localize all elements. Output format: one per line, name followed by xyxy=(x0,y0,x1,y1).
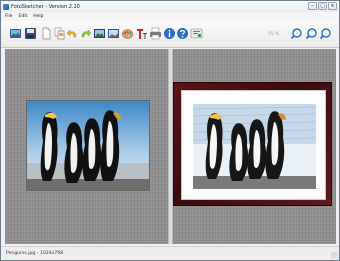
menu-edit[interactable]: Edit xyxy=(19,14,28,19)
sketch-preview-pane[interactable] xyxy=(173,49,336,244)
window-controls: – □ ✕ xyxy=(308,2,337,10)
menu-file[interactable]: File xyxy=(5,14,13,19)
open-image-icon[interactable] xyxy=(9,27,22,40)
zoom-level: 55 % xyxy=(268,32,280,37)
add-text-icon[interactable] xyxy=(135,27,148,40)
title-bar[interactable]: FotoSketcher - Version 2.10 – □ ✕ xyxy=(1,1,339,12)
zoom-out-icon[interactable] xyxy=(305,27,318,40)
copy-document-icon[interactable] xyxy=(53,27,66,40)
show-original-icon[interactable] xyxy=(93,27,106,40)
print-icon[interactable] xyxy=(149,27,162,40)
menu-help[interactable]: Help xyxy=(33,14,43,19)
undo-icon[interactable] xyxy=(66,27,79,40)
app-window: FotoSketcher - Version 2.10 – □ ✕ File E… xyxy=(0,0,340,261)
menu-bar: File Edit Help xyxy=(1,12,339,21)
zoom-fit-icon[interactable] xyxy=(319,27,332,40)
status-file-info: Penguins.jpg - 1024x768 xyxy=(6,251,64,256)
help-icon[interactable] xyxy=(176,27,189,40)
app-icon xyxy=(3,3,9,10)
info-icon[interactable] xyxy=(163,27,176,40)
status-bar: Penguins.jpg - 1024x768 xyxy=(1,246,339,260)
new-document-icon[interactable] xyxy=(40,27,53,40)
redo-icon[interactable] xyxy=(79,27,92,40)
sketch-result xyxy=(193,104,316,189)
frame-mat xyxy=(181,90,326,200)
original-photo xyxy=(26,100,150,191)
show-result-icon[interactable] xyxy=(107,27,120,40)
palette-icon[interactable] xyxy=(121,27,134,40)
picture-frame xyxy=(173,82,332,206)
toolbar: 55 % xyxy=(1,21,339,48)
save-icon[interactable] xyxy=(24,27,37,40)
maximize-button[interactable]: □ xyxy=(318,2,327,10)
window-title: FotoSketcher - Version 2.10 xyxy=(11,3,80,10)
settings-icon[interactable] xyxy=(190,27,203,40)
resize-grip[interactable] xyxy=(331,252,337,258)
minimize-button[interactable]: – xyxy=(308,2,317,10)
original-image-pane[interactable] xyxy=(5,49,168,244)
close-button[interactable]: ✕ xyxy=(328,2,337,10)
zoom-in-icon[interactable] xyxy=(290,27,303,40)
